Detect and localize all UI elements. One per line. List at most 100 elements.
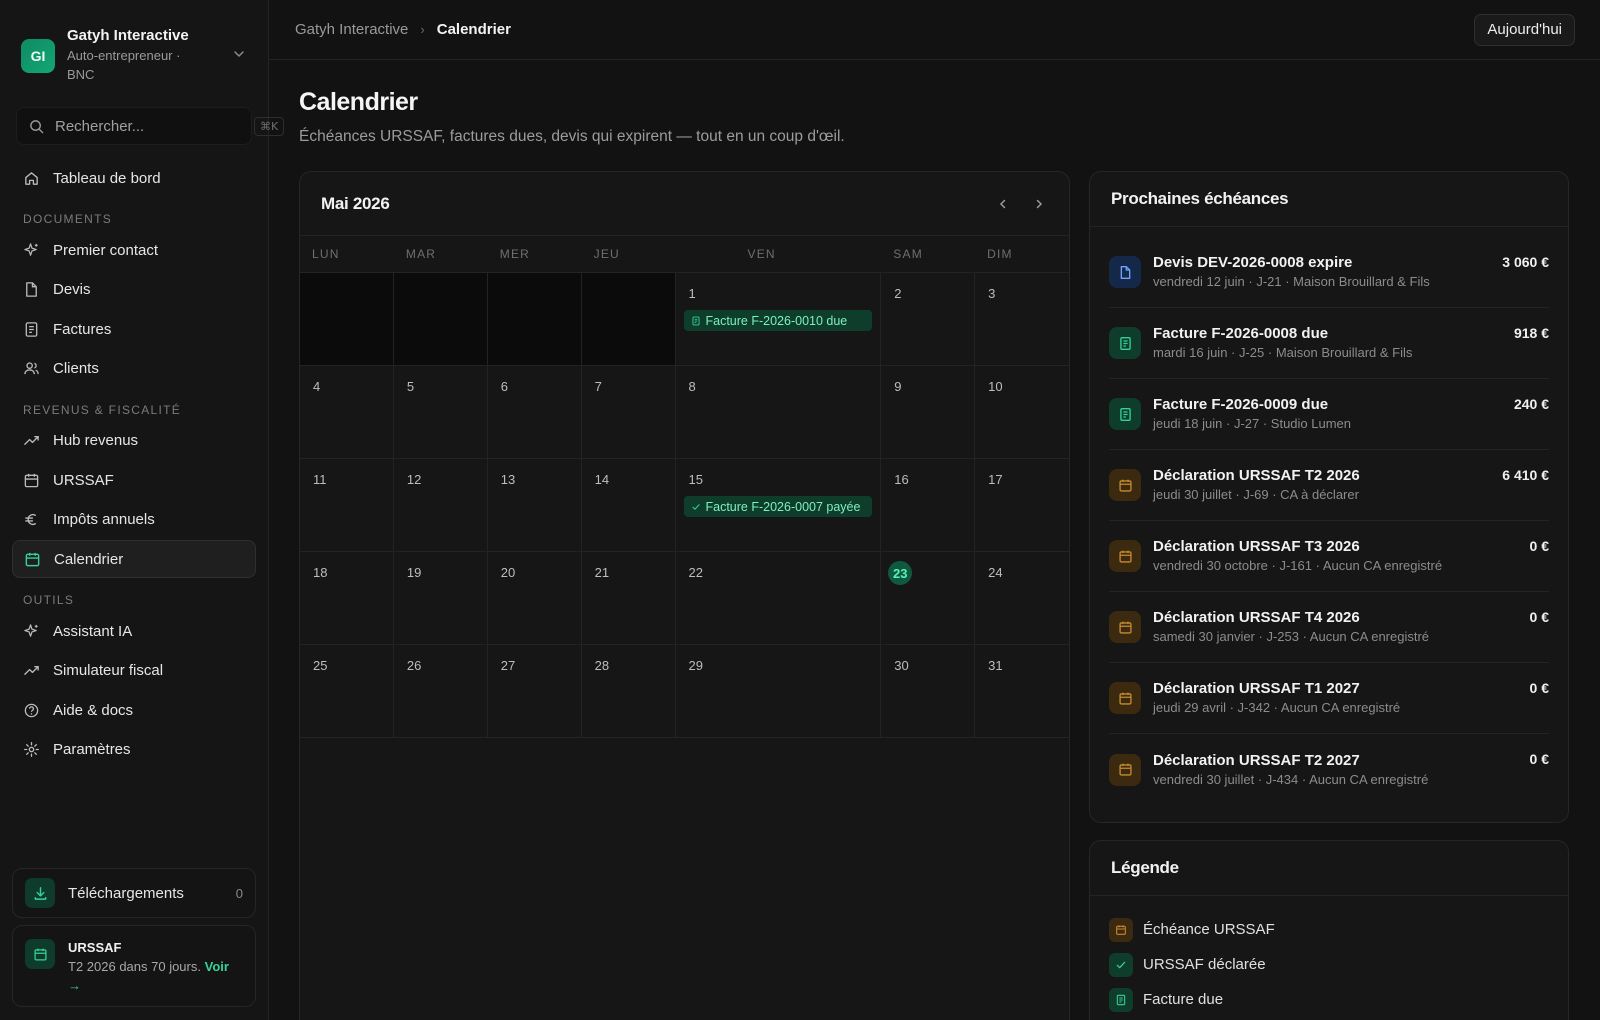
- calendar-day-cell[interactable]: 12: [394, 459, 488, 551]
- sidebar-item-clients[interactable]: Clients: [12, 350, 256, 388]
- calendar-day-cell[interactable]: 17: [975, 459, 1069, 551]
- sidebar-item-first-contact[interactable]: Premier contact: [12, 231, 256, 269]
- weekday-label: SAM: [893, 247, 923, 261]
- page-subtitle: Échéances URSSAF, factures dues, devis q…: [299, 128, 845, 145]
- deadline-amount: 6 410 €: [1502, 467, 1549, 483]
- sidebar-item-ai-assistant[interactable]: Assistant IA: [12, 612, 256, 650]
- topbar: Gatyh Interactive › Calendrier Aujourd'h…: [269, 0, 1600, 60]
- calendar-event-chip[interactable]: Facture F-2026-0010 due: [683, 310, 873, 331]
- calendar-day-cell[interactable]: 27: [488, 645, 582, 737]
- calendar-day-cell[interactable]: 24: [975, 552, 1069, 644]
- weekday-label: MAR: [405, 247, 437, 261]
- day-number: 24: [988, 565, 1003, 580]
- weekday-label: DIM: [987, 247, 1013, 261]
- search-bar[interactable]: ⌘K: [16, 107, 285, 145]
- calendar-day-cell[interactable]: 20: [488, 552, 582, 644]
- calendar-day-cell[interactable]: 15 Facture F-2026-0007 payée: [676, 459, 882, 551]
- day-number: 31: [988, 658, 1003, 673]
- calendar-icon: [24, 473, 39, 487]
- calendar-day-cell[interactable]: 21: [582, 552, 676, 644]
- search-input[interactable]: [55, 117, 254, 135]
- day-number: 26: [406, 658, 422, 673]
- day-number: 29: [688, 658, 703, 673]
- calendar-event-chip[interactable]: Facture F-2026-0007 payée: [683, 496, 873, 517]
- previous-month-button[interactable]: [994, 195, 1012, 213]
- calendar-day-empty: [487, 273, 582, 365]
- deadline-item[interactable]: Déclaration URSSAF T3 2026 vendredi 30 o…: [1109, 521, 1549, 592]
- sidebar-item-settings[interactable]: Paramètres: [12, 731, 256, 769]
- calendar-day-cell[interactable]: 8: [676, 366, 882, 458]
- calendar-day-cell[interactable]: 25: [300, 645, 394, 737]
- day-number: 6: [500, 379, 508, 394]
- deadline-item[interactable]: Déclaration URSSAF T1 2027 jeudi 29 avri…: [1109, 663, 1549, 734]
- calendar-day-cell[interactable]: 22: [676, 552, 882, 644]
- sidebar-item-label: Devis: [53, 281, 91, 298]
- calendar-day-cell[interactable]: 14: [582, 459, 676, 551]
- deadline-amount: 240 €: [1513, 396, 1549, 412]
- workspace-switcher[interactable]: GI Gatyh Interactive Auto-entrepreneur ·…: [12, 0, 256, 99]
- upcoming-deadlines-list: Devis DEV-2026-0008 expire vendredi 12 j…: [1090, 227, 1568, 805]
- calendar-day-cell[interactable]: 16: [881, 459, 976, 551]
- sidebar-item-quotes[interactable]: Devis: [12, 271, 256, 309]
- sidebar-item-annual-taxes[interactable]: Impôts annuels: [12, 501, 256, 539]
- sidebar-item-urssaf[interactable]: URSSAF: [12, 461, 256, 499]
- deadline-amount: 0 €: [1529, 609, 1549, 625]
- legend-panel: Légende Échéance URSSAF URSSAF déclarée Fa…: [1089, 840, 1569, 1020]
- deadline-item[interactable]: Facture F-2026-0009 due jeudi 18 juin · …: [1109, 379, 1549, 450]
- calendar-day-cell[interactable]: 2: [881, 273, 976, 365]
- calendar-day-cell[interactable]: 4: [300, 366, 394, 458]
- calendar-day-cell[interactable]: 1 Facture F-2026-0010 due: [676, 273, 882, 365]
- calendar-day-cell[interactable]: 5: [394, 366, 488, 458]
- sidebar-item-invoices[interactable]: Factures: [12, 310, 256, 348]
- breadcrumb-parent[interactable]: Gatyh Interactive: [295, 21, 408, 38]
- calendar-day-cell[interactable]: 13: [488, 459, 582, 551]
- calendar-day-cell[interactable]: 10: [975, 366, 1069, 458]
- deadline-item[interactable]: Facture F-2026-0008 due mardi 16 juin · …: [1109, 308, 1549, 379]
- deadline-amount: 0 €: [1529, 680, 1549, 696]
- day-number: 1: [688, 286, 696, 301]
- calendar-day-cell[interactable]: 11: [300, 459, 394, 551]
- day-number: 12: [406, 472, 422, 487]
- day-number: 7: [594, 379, 602, 394]
- deadline-title: Déclaration URSSAF T2 2026: [1153, 467, 1360, 484]
- day-number: 3: [988, 286, 996, 301]
- calendar-day-cell[interactable]: 19: [394, 552, 488, 644]
- calendar-week-row: 18 19 20 21 22 23 24: [300, 552, 1069, 645]
- day-number: 16: [894, 472, 909, 487]
- calendar-day-cell[interactable]: 18: [300, 552, 394, 644]
- deadline-meta: jeudi 29 avril · J-342 · Aucun CA enregi…: [1153, 700, 1401, 715]
- deadline-item[interactable]: Déclaration URSSAF T4 2026 samedi 30 jan…: [1109, 592, 1549, 663]
- next-month-button[interactable]: [1030, 195, 1048, 213]
- sidebar-item-tax-simulator[interactable]: Simulateur fiscal: [12, 652, 256, 690]
- legend-list: Échéance URSSAF URSSAF déclarée Facture du…: [1090, 896, 1568, 1017]
- calendar-day-cell[interactable]: 23: [881, 552, 976, 644]
- sidebar-item-revenue-hub[interactable]: Hub revenus: [12, 422, 256, 460]
- sidebar-item-calendar[interactable]: Calendrier: [12, 540, 256, 578]
- sidebar-item-dashboard[interactable]: Tableau de bord: [12, 159, 256, 197]
- calendar-day-cell[interactable]: 26: [394, 645, 488, 737]
- sidebar-item-label: Impôts annuels: [53, 511, 155, 528]
- day-number: 20: [500, 565, 516, 580]
- main-content: Gatyh Interactive › Calendrier Aujourd'h…: [269, 0, 1600, 1020]
- legend-item: URSSAF déclarée: [1109, 947, 1549, 982]
- calendar-day-cell[interactable]: 29: [676, 645, 882, 737]
- deadline-item[interactable]: Déclaration URSSAF T2 2026 jeudi 30 juil…: [1109, 450, 1549, 521]
- chevron-down-icon[interactable]: [231, 46, 247, 62]
- downloads-button[interactable]: Téléchargements 0: [12, 868, 256, 918]
- calendar-day-cell[interactable]: 6: [488, 366, 582, 458]
- day-number: 25: [313, 658, 328, 673]
- today-button[interactable]: Aujourd'hui: [1474, 13, 1575, 46]
- deadline-item[interactable]: Déclaration URSSAF T2 2027 vendredi 30 j…: [1109, 734, 1549, 805]
- deadline-item[interactable]: Devis DEV-2026-0008 expire vendredi 12 j…: [1109, 237, 1549, 308]
- calendar-day-cell[interactable]: 7: [582, 366, 676, 458]
- upcoming-deadlines-title: Prochaines échéances: [1090, 172, 1568, 227]
- calendar-day-cell[interactable]: 31: [975, 645, 1069, 737]
- calendar-day-cell[interactable]: 3: [975, 273, 1069, 365]
- deadline-meta: vendredi 12 juin · J-21 · Maison Brouill…: [1153, 274, 1430, 289]
- workspace-avatar: GI: [21, 39, 55, 73]
- calendar-day-cell[interactable]: 28: [582, 645, 676, 737]
- calendar-grid: Mai 2026 LUN MAR MER JEU VEN SAM DIM 1 Facture …: [299, 171, 1070, 1020]
- calendar-day-cell[interactable]: 9: [881, 366, 976, 458]
- calendar-day-cell[interactable]: 30: [881, 645, 976, 737]
- sidebar-item-help[interactable]: Aide & docs: [12, 691, 256, 729]
